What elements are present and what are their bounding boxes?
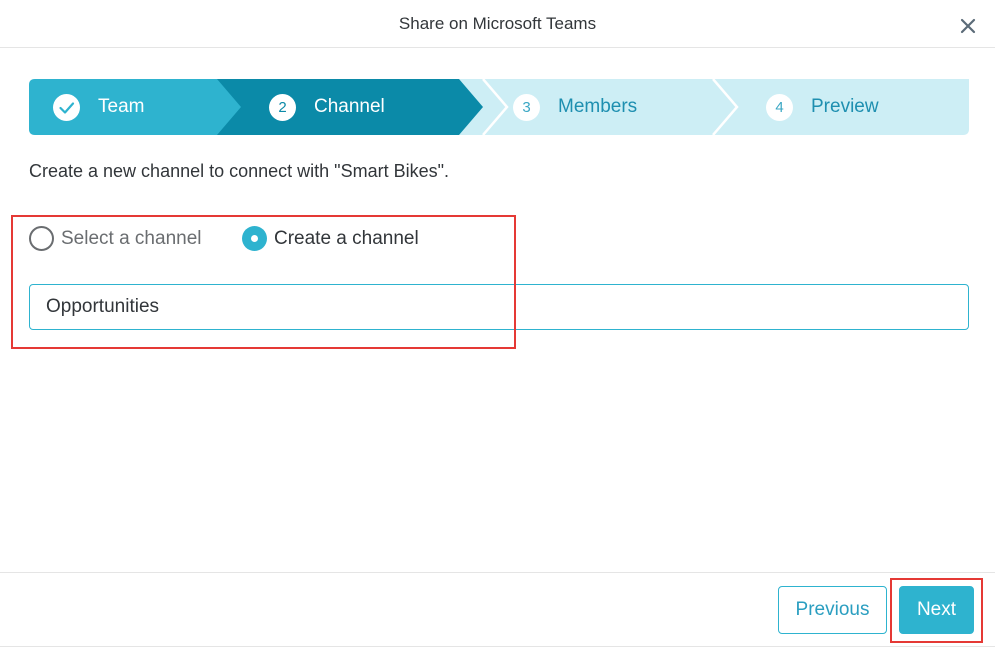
wizard-step-label: Members (558, 96, 638, 117)
share-dialog: Share on Microsoft Teams Team 2 Channel … (0, 0, 995, 649)
wizard-step-label: Team (98, 96, 145, 117)
wizard-step-number: 3 (513, 93, 540, 121)
check-icon (53, 93, 80, 121)
wizard-step-channel[interactable]: 2 Channel (269, 79, 385, 135)
dialog-header: Share on Microsoft Teams (0, 0, 995, 48)
close-icon[interactable] (956, 14, 980, 38)
previous-button[interactable]: Previous (778, 586, 887, 634)
wizard-step-team[interactable]: Team (53, 79, 144, 135)
wizard-step-members[interactable]: 3 Members (513, 79, 637, 135)
wizard-step-preview[interactable]: 4 Preview (766, 79, 879, 135)
form-highlight-box (11, 215, 516, 349)
channel-description: Create a new channel to connect with "Sm… (29, 161, 449, 181)
wizard-progress: Team 2 Channel 3 Members 4 Preview (29, 79, 969, 135)
wizard-step-number: 4 (766, 93, 793, 121)
dialog-title: Share on Microsoft Teams (398, 14, 597, 33)
next-highlight-box (890, 578, 983, 643)
wizard-step-label: Channel (314, 96, 385, 117)
wizard-step-label: Preview (811, 96, 879, 117)
wizard-step-number: 2 (269, 93, 296, 121)
